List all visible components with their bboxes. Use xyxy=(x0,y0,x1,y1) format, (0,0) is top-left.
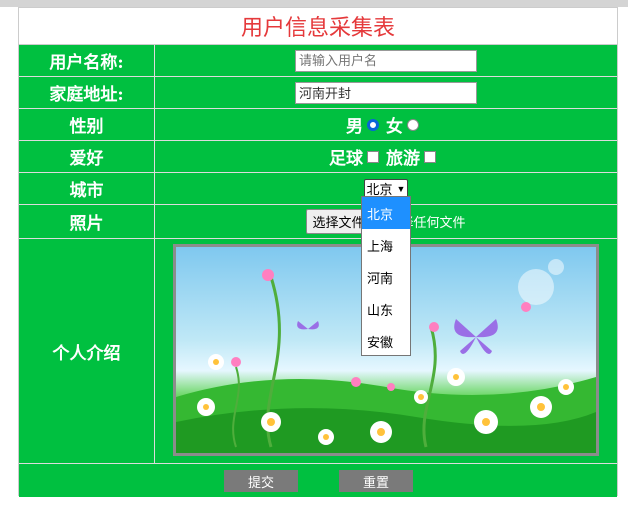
intro-label: 个人介绍 xyxy=(19,239,155,463)
form-grid: 用户名称: 家庭地址: 性别 男 女 爱好 足球 xyxy=(19,45,617,497)
gender-male-label: 男 xyxy=(346,117,363,137)
form-title-row: 用户信息采集表 xyxy=(19,8,617,45)
row-hobby: 爱好 足球 旅游 xyxy=(19,141,617,173)
address-input[interactable] xyxy=(295,81,477,104)
gender-male-radio[interactable] xyxy=(367,118,379,131)
username-label: 用户名称: xyxy=(19,45,155,76)
user-info-form: 用户信息采集表 用户名称: 家庭地址: 性别 男 女 爱好 xyxy=(18,7,618,497)
city-option-beijing[interactable]: 北京 xyxy=(362,197,410,229)
browser-top-strip xyxy=(0,0,628,7)
gender-cell: 男 女 xyxy=(155,109,617,140)
row-address: 家庭地址: xyxy=(19,77,617,109)
username-cell xyxy=(155,45,617,76)
hobby-football-checkbox[interactable] xyxy=(367,150,379,163)
hobby-football-label: 足球 xyxy=(329,149,363,169)
row-intro: 个人介绍 xyxy=(19,239,617,464)
city-option-shanghai[interactable]: 上海 xyxy=(362,229,410,261)
city-option-anhui[interactable]: 安徽 xyxy=(362,325,410,357)
chevron-down-icon: ▼ xyxy=(396,183,406,194)
city-option-shandong[interactable]: 山东 xyxy=(362,293,410,325)
city-option-henan[interactable]: 河南 xyxy=(362,261,410,293)
address-label: 家庭地址: xyxy=(19,77,155,108)
row-gender: 性别 男 女 xyxy=(19,109,617,141)
row-username: 用户名称: xyxy=(19,45,617,77)
row-city: 城市 北京 ▼ xyxy=(19,173,617,205)
gender-label: 性别 xyxy=(19,109,155,140)
address-cell xyxy=(155,77,617,108)
form-title: 用户信息采集表 xyxy=(240,16,395,41)
hobby-label: 爱好 xyxy=(19,141,155,172)
photo-label: 照片 xyxy=(19,205,155,238)
gender-female-label: 女 xyxy=(386,117,403,137)
username-input[interactable] xyxy=(295,49,477,72)
city-label: 城市 xyxy=(19,173,155,204)
hobby-cell: 足球 旅游 xyxy=(155,141,617,172)
reset-button[interactable]: 重置 xyxy=(339,470,413,492)
hobby-travel-label: 旅游 xyxy=(386,149,420,169)
gender-female-radio[interactable] xyxy=(407,118,419,131)
hobby-travel-checkbox[interactable] xyxy=(424,150,436,163)
actions-cell: 提交 重置 xyxy=(19,464,617,497)
city-dropdown-list: 北京 上海 河南 山东 安徽 xyxy=(361,196,411,356)
submit-button[interactable]: 提交 xyxy=(224,470,298,492)
row-actions: 提交 重置 xyxy=(19,464,617,497)
row-photo: 照片 选择文件 未选择任何文件 xyxy=(19,205,617,239)
